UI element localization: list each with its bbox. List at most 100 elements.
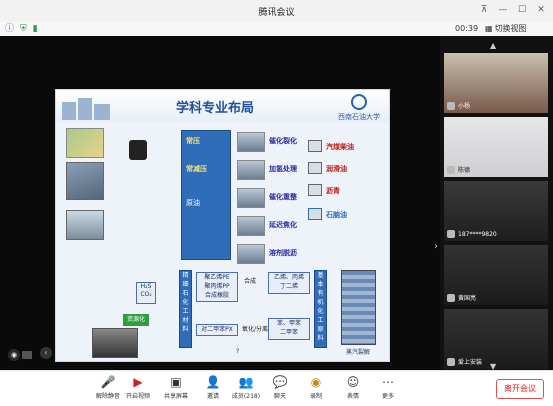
members-icon: 👥 [238, 375, 254, 389]
leave-meeting-button[interactable]: 离开会议 [496, 379, 544, 399]
meeting-toolbar: 🎤 解除静音 ▶ 开启视频 ▣ 共享屏幕 👤 邀请 👥 成员(218) 💬 聊天… [0, 370, 553, 406]
refinery-center-box [181, 130, 231, 260]
process-label: 溶剂脱沥 [269, 249, 297, 257]
process-image [237, 244, 265, 264]
more-button[interactable]: ⋯ 更多 [368, 374, 408, 400]
mic-icon [447, 230, 455, 238]
product-icon [308, 162, 322, 174]
camera-icon: ▶ [133, 375, 143, 389]
participant-tile[interactable]: 187****9820 [444, 181, 548, 241]
mute-label: 解除静音 [95, 393, 120, 400]
invite-icon: 👤 [205, 375, 221, 389]
video-label: 开启视频 [125, 393, 150, 400]
pin-icon[interactable]: ⊼ [476, 3, 492, 17]
process-image [237, 160, 265, 180]
process-item: 延迟焦化 [237, 216, 315, 238]
product-icon [308, 208, 322, 220]
record-icon: ◉ [310, 375, 322, 389]
chat-button[interactable]: 💬 聊天 [260, 374, 300, 400]
cracker-label: 蒸汽裂解 [346, 349, 371, 356]
process-label: 延迟焦化 [269, 221, 297, 229]
next-page-icon[interactable]: › [434, 241, 438, 252]
chat-label: 聊天 [273, 393, 286, 400]
shield-icon[interactable]: ⛨ [20, 24, 27, 34]
scroll-up-icon[interactable]: ▲ [490, 41, 496, 50]
close-icon[interactable]: ✕ [533, 3, 549, 17]
university-name: 西南石油大学 [338, 113, 380, 121]
oxidation-label: 氧化/分离 [242, 326, 269, 333]
mic-icon [447, 358, 455, 366]
product-icon [308, 184, 322, 196]
process-label: 催化裂化 [269, 137, 297, 145]
rig-image [66, 210, 104, 240]
participant-tile[interactable]: 陈德 [444, 117, 548, 177]
university-logo [351, 94, 367, 110]
screen-toggle-icon[interactable]: ◉ [8, 349, 20, 361]
switch-view-label: 切换视图 [494, 24, 527, 33]
center-label: 常减压 [186, 165, 207, 173]
window-controls: ⊼ — ☐ ✕ [476, 3, 549, 17]
mic-icon [447, 166, 455, 174]
share-screen-icon: ▣ [170, 375, 182, 389]
aromatics-box: 苯、甲苯 二甲苯 [268, 318, 310, 340]
participant-name: 187****9820 [458, 231, 497, 238]
fine-chem-box: 精 细 石 化 工 材 料 [179, 270, 192, 348]
resource-tag: 资源化 [123, 314, 149, 326]
product-icon [308, 140, 322, 152]
process-column: 催化裂化 加氢处理 催化重整 延迟焦化 溶剂脱沥 [237, 132, 315, 272]
chat-icon: 💬 [272, 375, 288, 389]
invite-label: 邀请 [206, 393, 219, 400]
title-bar: 腾讯会议 ⊼ — ☐ ✕ [0, 0, 553, 22]
polymer-box: 聚乙烯PE 聚丙烯PP 合成橡胶 [196, 272, 238, 302]
building-image [62, 102, 76, 120]
slide-header: 学科专业布局 西南石油大学 [56, 90, 389, 122]
meeting-window: 腾讯会议 ⊼ — ☐ ✕ ⓘ ⛨ ▮ 00:39 ▦ 切换视图 学科专业布局 西… [0, 0, 553, 406]
pump-image [66, 162, 104, 200]
question-label: ? [236, 348, 240, 355]
basic-chem-box: 基 本 有 机 化 工 原 料 [314, 270, 327, 348]
plant-image [92, 328, 138, 358]
emoji-button[interactable]: ☺ 表情 [333, 374, 373, 400]
participant-tile[interactable]: 爱上安装 [444, 309, 548, 369]
chat-toggle-icon[interactable] [22, 351, 32, 359]
presentation-slide: 学科专业布局 西南石油大学 常压 常减压 原油 催化裂化 加氢处理 催化重整 延… [55, 89, 390, 362]
participant-name: 爱上安装 [458, 359, 483, 366]
center-label: 常压 [186, 137, 200, 145]
more-icon: ⋯ [382, 375, 394, 389]
info-icon[interactable]: ⓘ [5, 24, 14, 34]
switch-view-button[interactable]: ▦ 切换视图 [485, 23, 527, 34]
signal-icon[interactable]: ▮ [33, 24, 38, 34]
share-screen-button[interactable]: ▣ 共享屏幕 [156, 374, 196, 400]
process-label: 催化重整 [269, 193, 297, 201]
cracker-image [341, 270, 376, 345]
olefins-box: 乙烯、丙烯 丁二烯 [268, 272, 310, 294]
minimize-icon[interactable]: — [495, 3, 511, 17]
participant-name: 小杨 [458, 103, 471, 110]
participants-panel: 小杨 陈德 187****9820 黄国亮 爱上安装 [440, 36, 553, 370]
shared-screen-area: 学科专业布局 西南石油大学 常压 常减压 原油 催化裂化 加氢处理 催化重整 延… [0, 36, 440, 370]
process-item: 加氢处理 [237, 160, 315, 182]
process-image [237, 216, 265, 236]
product-label: 汽煤柴油 [326, 143, 354, 151]
slide-title: 学科专业布局 [176, 101, 255, 116]
maximize-icon[interactable]: ☐ [514, 3, 530, 17]
product-label: 润滑油 [326, 165, 347, 173]
synthesis-label: 合成 [244, 278, 257, 285]
record-button[interactable]: ◉ 录制 [296, 374, 336, 400]
building-image [94, 104, 110, 120]
process-item: 催化重整 [237, 188, 315, 210]
process-image [237, 132, 265, 152]
participant-tile[interactable]: 黄国亮 [444, 245, 548, 305]
video-button[interactable]: ▶ 开启视频 [118, 374, 158, 400]
mic-icon [447, 294, 455, 302]
px-box: 对二甲苯PX [196, 324, 238, 336]
participant-name: 黄国亮 [458, 295, 477, 302]
share-label: 共享屏幕 [163, 393, 188, 400]
process-label: 加氢处理 [269, 165, 297, 173]
oil-barrels-image [129, 140, 147, 160]
collapse-left-icon[interactable]: ‹ [40, 347, 52, 359]
product-label: 沥青 [326, 187, 340, 195]
participant-tile[interactable]: 小杨 [444, 53, 548, 113]
emoji-label: 表情 [346, 393, 359, 400]
process-image [237, 188, 265, 208]
